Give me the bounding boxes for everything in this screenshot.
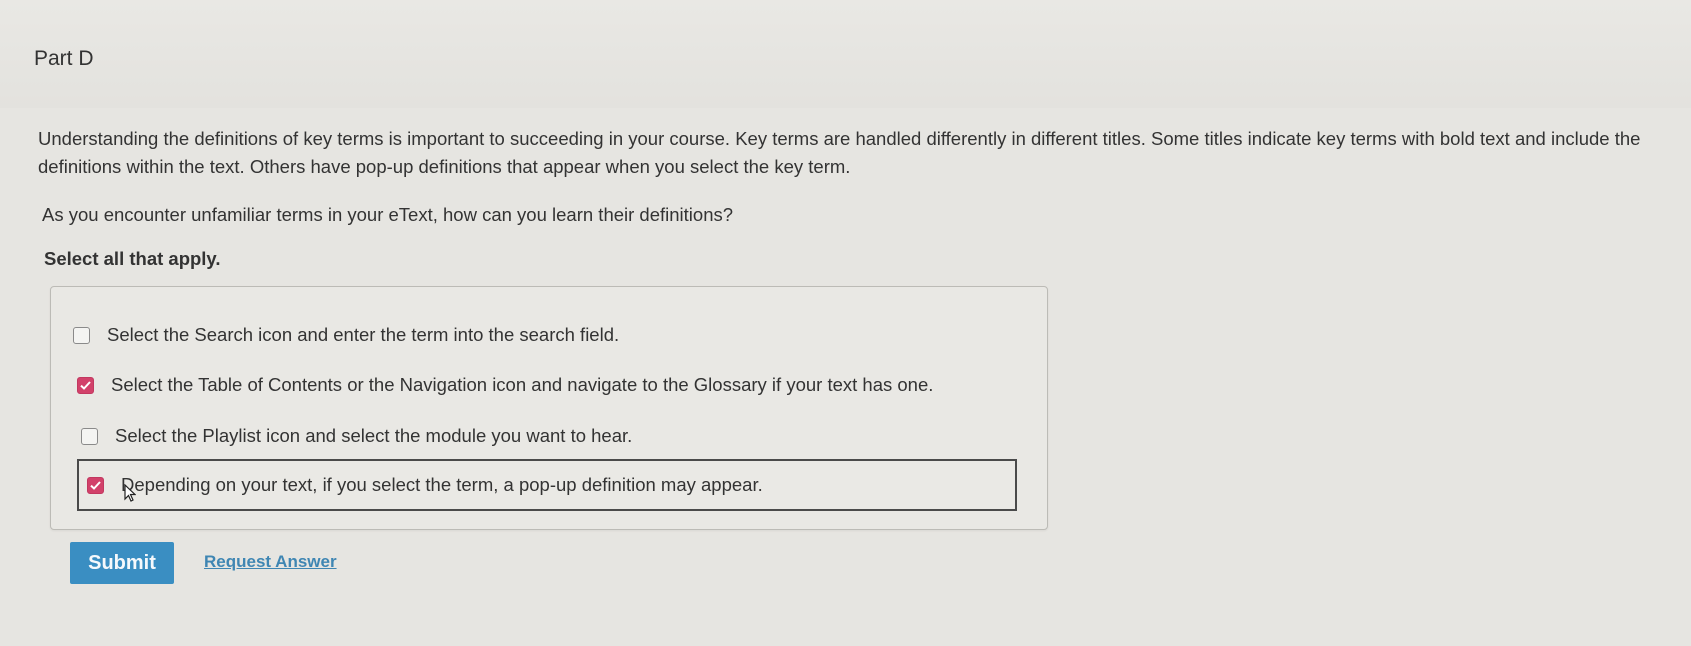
checkbox-checked[interactable]: [77, 376, 94, 394]
option-search-icon[interactable]: Select the Search icon and enter the ter…: [73, 318, 619, 352]
question-text: As you encounter unfamiliar terms in you…: [42, 204, 734, 225]
answer-options-box: Select the Search icon and enter the ter…: [50, 286, 1048, 530]
part-title: Part D: [34, 47, 94, 70]
mouse-pointer-icon: [124, 484, 136, 502]
option-label: Depending on your text, if you select th…: [121, 474, 763, 495]
intro-paragraph: Understanding the definitions of key ter…: [38, 128, 1641, 177]
checkbox[interactable]: [81, 427, 98, 445]
option-label: Select the Playlist icon and select the …: [115, 425, 633, 446]
request-answer-link[interactable]: Request Answer: [204, 552, 337, 572]
option-label: Select the Search icon and enter the ter…: [107, 324, 620, 345]
option-label: Select the Table of Contents or the Navi…: [111, 374, 934, 395]
instruction-text: Select all that apply.: [44, 248, 221, 269]
checkbox[interactable]: [73, 326, 90, 344]
option-playlist-icon[interactable]: Select the Playlist icon and select the …: [81, 419, 632, 453]
checkbox-checked[interactable]: [87, 476, 104, 494]
submit-button[interactable]: Submit: [70, 542, 174, 584]
checkmark-icon: [90, 480, 101, 490]
checkmark-icon: [80, 380, 91, 390]
header-band: [0, 0, 1691, 108]
option-table-of-contents[interactable]: Select the Table of Contents or the Navi…: [77, 368, 933, 402]
option-popup-definition[interactable]: Depending on your text, if you select th…: [77, 459, 1017, 511]
